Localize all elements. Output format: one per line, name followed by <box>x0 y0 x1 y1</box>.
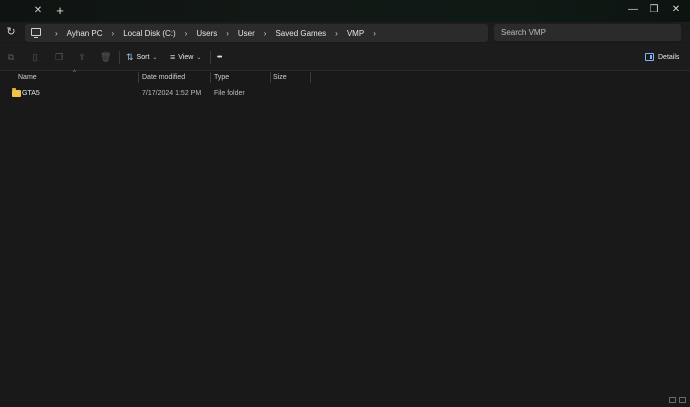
column-divider[interactable] <box>270 72 271 83</box>
view-icon: ≡ <box>170 52 176 62</box>
details-view-icon[interactable] <box>669 397 676 403</box>
chevron-down-icon: ⌄ <box>196 54 202 61</box>
search-placeholder: Search VMP <box>501 28 546 37</box>
more-options-button[interactable]: ••• <box>217 50 222 64</box>
more-icon: ••• <box>217 53 222 61</box>
breadcrumb-separator-icon[interactable]: › <box>55 29 58 38</box>
sort-ascending-icon: ^ <box>73 70 76 76</box>
new-tab-icon[interactable]: + <box>53 4 67 18</box>
details-button[interactable]: Details <box>645 50 679 64</box>
view-toggle <box>669 396 689 405</box>
close-tab-icon[interactable]: ✕ <box>32 5 44 17</box>
divider <box>210 51 211 64</box>
breadcrumb-saved-games[interactable]: Saved Games <box>275 29 326 38</box>
tab-vmp[interactable]: ✕ <box>0 0 48 22</box>
details-label: Details <box>658 53 680 61</box>
file-name: GTA5 <box>22 90 40 97</box>
sort-button[interactable]: ⇅ Sort ⌄ <box>126 50 157 64</box>
search-input[interactable]: Search VMP <box>494 24 681 41</box>
minimize-icon[interactable]: — <box>625 3 641 17</box>
title-bar: ✕ + — ❐ ✕ <box>0 0 690 22</box>
column-name[interactable]: Name <box>18 71 37 83</box>
column-header: ^ Name Date modified Type Size <box>0 70 690 83</box>
breadcrumb-separator-icon[interactable]: › <box>335 29 338 38</box>
breadcrumb: › Ayhan PC › Local Disk (C:) › Users › U… <box>47 24 385 42</box>
column-size[interactable]: Size <box>273 71 287 83</box>
breadcrumb-local-disk[interactable]: Local Disk (C:) <box>123 29 175 38</box>
file-date-modified: 7/17/2024 1:52 PM <box>142 90 202 97</box>
column-type[interactable]: Type <box>214 71 229 83</box>
maximize-icon[interactable]: ❐ <box>646 3 662 17</box>
tiles-view-icon[interactable] <box>679 397 686 403</box>
column-divider[interactable] <box>138 72 139 83</box>
chevron-down-icon: ⌄ <box>152 54 158 61</box>
address-bar[interactable]: › Ayhan PC › Local Disk (C:) › Users › U… <box>25 24 488 42</box>
details-pane-icon <box>645 53 654 61</box>
column-divider[interactable] <box>210 72 211 83</box>
delete-icon[interactable]: 🗑 <box>100 52 111 62</box>
copy-icon[interactable]: ❐ <box>54 52 64 62</box>
divider <box>119 51 120 64</box>
view-button[interactable]: ≡ View ⌄ <box>170 50 201 64</box>
breadcrumb-separator-icon[interactable]: › <box>112 29 115 38</box>
breadcrumb-separator-icon[interactable]: › <box>185 29 188 38</box>
new-icon[interactable]: ⧉ <box>6 52 16 62</box>
this-pc-icon[interactable] <box>31 28 41 38</box>
sort-icon: ⇅ <box>126 51 134 62</box>
breadcrumb-separator-icon[interactable]: › <box>226 29 229 38</box>
column-date-modified[interactable]: Date modified <box>142 71 185 83</box>
breadcrumb-separator-icon[interactable]: › <box>264 29 267 38</box>
sort-label: Sort <box>136 53 150 61</box>
file-type: File folder <box>214 90 245 97</box>
breadcrumb-vmp[interactable]: VMP <box>347 29 364 38</box>
breadcrumb-ayhan-pc[interactable]: Ayhan PC <box>67 29 103 38</box>
breadcrumb-separator-icon[interactable]: › <box>373 29 376 38</box>
view-label: View <box>178 53 194 61</box>
command-bar: ⧉ ▯ ❐ ⇪ 🗑 ⇅ Sort ⌄ ≡ View ⌄ ••• Details <box>0 43 690 71</box>
close-window-icon[interactable]: ✕ <box>668 3 684 17</box>
breadcrumb-users[interactable]: Users <box>196 29 217 38</box>
folder-icon <box>12 88 21 97</box>
refresh-icon[interactable]: ↻ <box>4 25 18 39</box>
share-icon[interactable]: ⇪ <box>77 52 87 62</box>
column-divider[interactable] <box>310 72 311 83</box>
cut-icon[interactable]: ▯ <box>30 52 40 62</box>
breadcrumb-user[interactable]: User <box>238 29 255 38</box>
list-item[interactable]: GTA5 7/17/2024 1:52 PM File folder <box>10 88 310 100</box>
